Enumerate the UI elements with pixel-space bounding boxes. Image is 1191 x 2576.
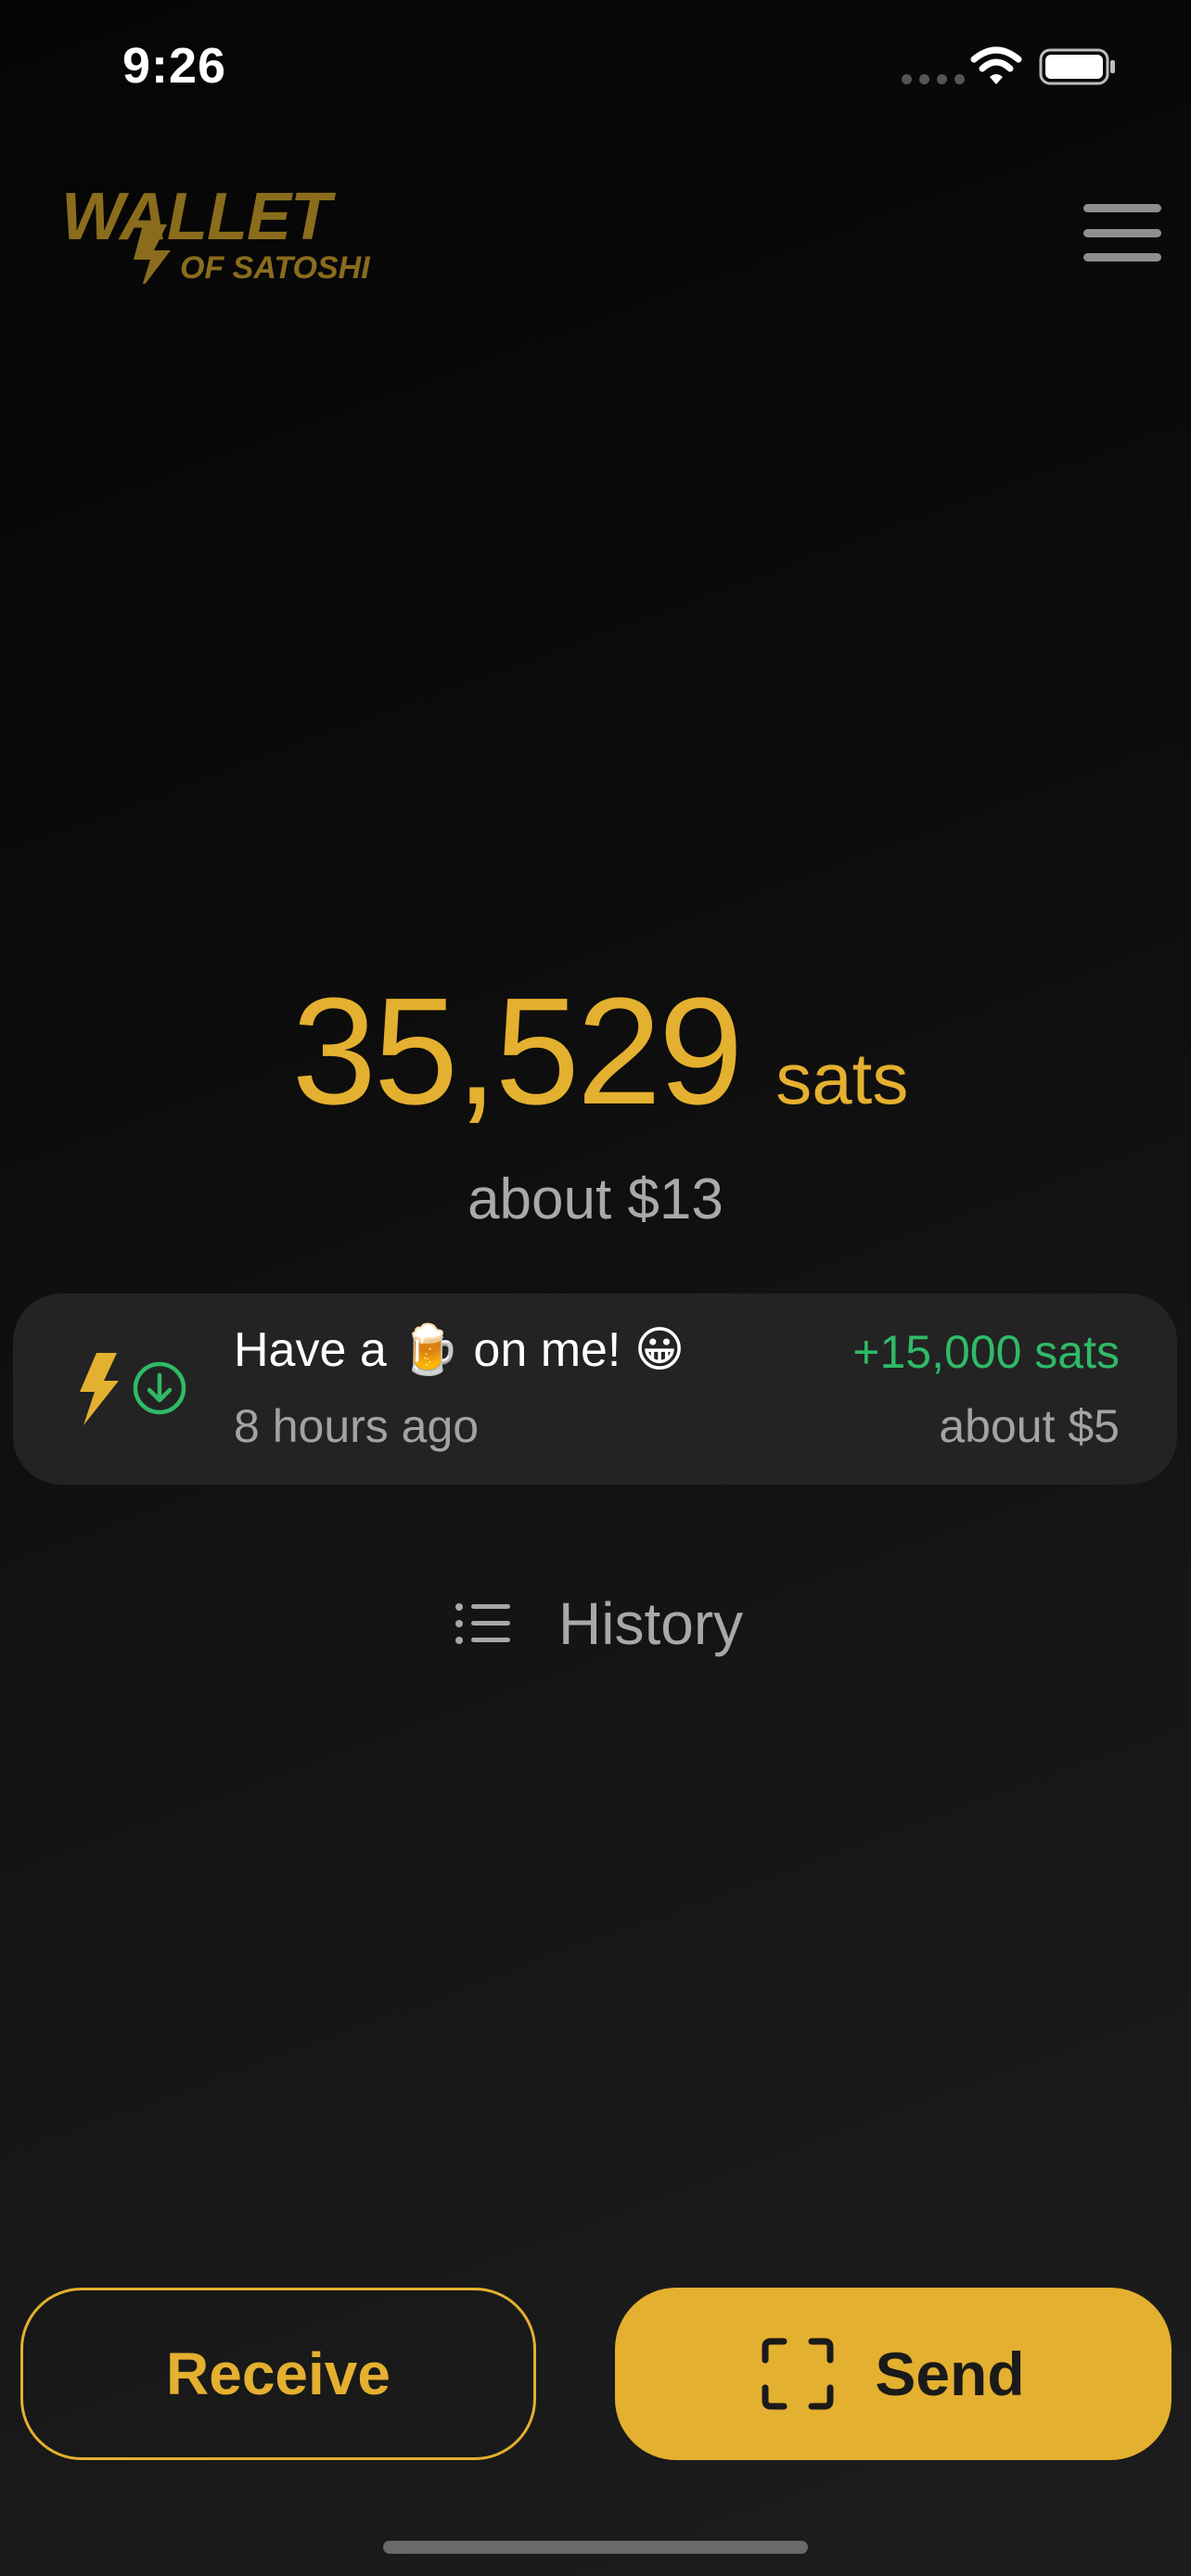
transaction-time: 8 hours ago [234,1400,480,1452]
status-bar: 9:26 [0,0,1191,139]
send-button[interactable]: Send [615,2288,1172,2460]
send-label: Send [875,2340,1025,2408]
hamburger-menu-icon[interactable] [1083,204,1161,261]
list-icon [455,1603,510,1644]
balance-fiat: about $13 [467,1167,724,1231]
home-indicator[interactable] [383,2541,808,2554]
cellular-signal-icon [902,74,965,84]
transaction-memo: Have a 🍺 on me! 😀 [234,1323,685,1377]
latest-transaction-card[interactable]: Have a 🍺 on me! 😀 8 hours ago +15,000 sa… [13,1294,1177,1485]
lightning-bolt-icon [80,1353,119,1425]
scan-qr-icon [762,2338,834,2410]
wallet-of-satoshi-logo: WALLET OF SATOSHI [61,182,371,284]
status-time: 9:26 [122,38,227,94]
wifi-icon [970,46,1022,84]
arrow-down-circle-icon [133,1361,186,1415]
balance-amount: 35,529 [291,966,744,1136]
header: WALLET OF SATOSHI [0,167,1191,297]
balance-display: 35,529 sats about $13 [0,964,1191,1232]
history-label: History [558,1590,744,1657]
receive-button[interactable]: Receive [20,2288,536,2460]
transaction-fiat: about $5 [939,1400,1120,1452]
battery-icon [1039,48,1115,85]
transaction-amount: +15,000 sats [852,1326,1120,1378]
logo-text-main: WALLET [61,182,337,254]
logo-text-sub: OF SATOSHI [180,250,371,284]
history-button[interactable]: History [455,1582,743,1665]
balance-unit: sats [775,1038,909,1119]
